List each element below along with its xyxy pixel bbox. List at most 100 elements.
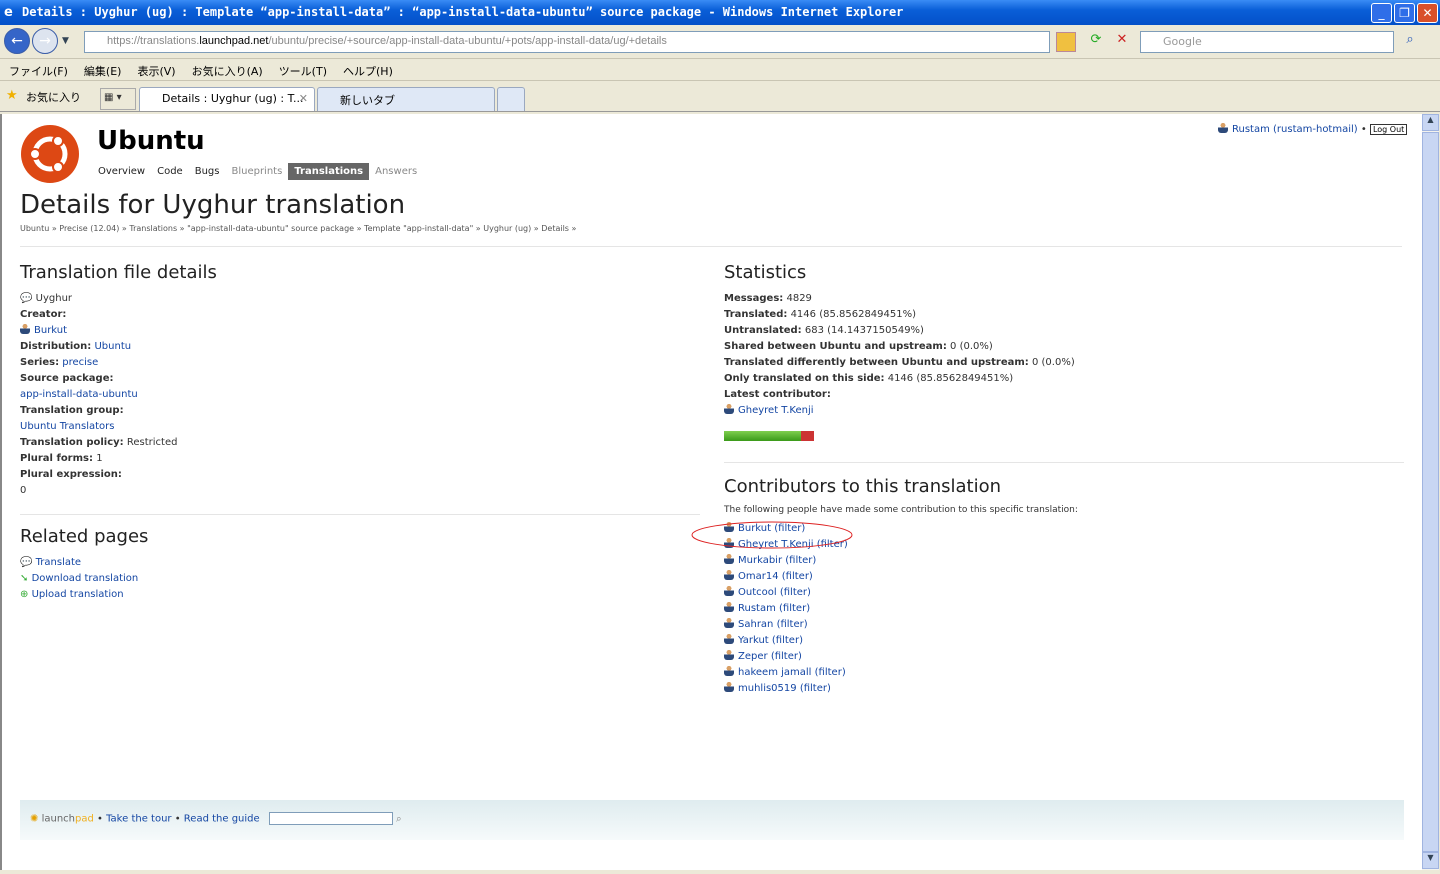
restore-button[interactable]: ❐	[1394, 3, 1415, 23]
menu-file[interactable]: ファイル(F)	[9, 65, 68, 78]
stat-row: Translated differently between Ubuntu an…	[724, 357, 1075, 368]
filter-link[interactable]: (filter)	[815, 667, 846, 678]
source-package-link[interactable]: app-install-data-ubuntu	[20, 389, 138, 400]
person-icon	[724, 553, 734, 564]
upload-link[interactable]: Upload translation	[32, 589, 124, 600]
contributor-link[interactable]: Zeper	[738, 651, 768, 662]
translate-link[interactable]: Translate	[36, 557, 81, 568]
menu-edit[interactable]: 編集(E)	[84, 65, 122, 78]
history-dropdown-icon[interactable]: ▼	[62, 36, 69, 46]
nav-code[interactable]: Code	[151, 163, 189, 180]
vertical-scrollbar[interactable]: ▲ ▼	[1422, 114, 1439, 870]
contributor-link[interactable]: Omar14	[738, 571, 779, 582]
window-title-bar: Details : Uyghur (ug) : Template “app-in…	[0, 0, 1440, 25]
highlight-ellipse	[691, 521, 853, 549]
filter-link[interactable]: (filter)	[780, 587, 811, 598]
contributors-intro: The following people have made some cont…	[724, 505, 1078, 515]
user-link[interactable]: Rustam (rustam-hotmail)	[1232, 124, 1358, 135]
filter-link[interactable]: (filter)	[777, 619, 808, 630]
filter-link[interactable]: (filter)	[779, 603, 810, 614]
quick-tabs-button[interactable]: ▦ ▾	[100, 88, 136, 110]
logout-button[interactable]: Log Out	[1369, 124, 1408, 135]
stop-icon[interactable]: ✕	[1112, 32, 1132, 52]
search-box[interactable]: Google	[1140, 31, 1394, 53]
tab-close-icon[interactable]: ✕	[299, 92, 308, 105]
scroll-down-button[interactable]: ▼	[1422, 852, 1439, 869]
contributor-link[interactable]: muhlis0519	[738, 683, 797, 694]
filter-link[interactable]: (filter)	[782, 571, 813, 582]
creator-link[interactable]: Burkut	[34, 325, 67, 336]
person-icon	[724, 681, 734, 692]
contributor-link[interactable]: Rustam	[738, 603, 776, 614]
guide-link[interactable]: Read the guide	[184, 814, 260, 825]
contributors: Contributors to this translation The fol…	[724, 476, 1078, 697]
refresh-icon[interactable]: ⟳	[1086, 32, 1106, 52]
page-content: Ubuntu Overview Code Bugs Blueprints Tra…	[0, 114, 1422, 870]
stat-row: Only translated on this side: 4146 (85.8…	[724, 373, 1014, 384]
nav-bugs[interactable]: Bugs	[189, 163, 226, 180]
search-icon[interactable]: ⌕	[1400, 32, 1420, 52]
lock-icon[interactable]	[1056, 32, 1076, 52]
stat-row: Messages: 4829	[724, 293, 812, 304]
nav-overview[interactable]: Overview	[96, 163, 151, 180]
launchpad-logo[interactable]: launchpad	[42, 814, 94, 825]
distribution-link[interactable]: Ubuntu	[94, 341, 131, 352]
menu-help[interactable]: ヘルプ(H)	[343, 65, 393, 78]
contributor-link[interactable]: Yarkut	[738, 635, 769, 646]
nav-blueprints[interactable]: Blueprints	[225, 163, 288, 180]
person-icon	[724, 601, 734, 612]
contributor-link[interactable]: Outcool	[738, 587, 777, 598]
contributor-item: muhlis0519 (filter)	[724, 681, 1078, 697]
window-title: Details : Uyghur (ug) : Template “app-in…	[22, 5, 904, 19]
nav-answers[interactable]: Answers	[369, 163, 423, 180]
footer: ✺ launchpad • Take the tour • Read the g…	[20, 800, 1404, 840]
person-icon	[724, 617, 734, 628]
language: Uyghur	[35, 293, 73, 304]
translate-icon: 💬	[20, 557, 33, 568]
contributor-item: Murkabir (filter)	[724, 553, 1078, 569]
series-link[interactable]: precise	[62, 357, 98, 368]
address-bar[interactable]: https://translations.launchpad.net/ubunt…	[84, 31, 1050, 53]
forward-button[interactable]: →	[32, 28, 58, 54]
progress-translated	[724, 431, 802, 441]
person-icon	[724, 665, 734, 676]
download-icon: ➘	[20, 573, 29, 584]
contributor-item: Zeper (filter)	[724, 649, 1078, 665]
tour-link[interactable]: Take the tour	[106, 814, 171, 825]
back-button[interactable]: ←	[4, 28, 30, 54]
footer-search-input[interactable]	[268, 812, 393, 825]
translation-group-link[interactable]: Ubuntu Translators	[20, 421, 114, 432]
contributor-link[interactable]: Murkabir	[738, 555, 782, 566]
contributor-link[interactable]: Sahran	[738, 619, 773, 630]
minimize-button[interactable]: _	[1371, 3, 1392, 23]
close-button[interactable]: ✕	[1417, 3, 1438, 23]
breadcrumb[interactable]: Ubuntu » Precise (12.04) » Translations …	[20, 224, 576, 233]
menu-tools[interactable]: ツール(T)	[279, 65, 327, 78]
filter-link[interactable]: (filter)	[785, 555, 816, 566]
star-icon: ★	[6, 88, 18, 103]
new-tab-button[interactable]	[497, 87, 525, 111]
tab-new[interactable]: 新しいタブ	[317, 87, 495, 111]
contributor-item: Rustam (filter)	[724, 601, 1078, 617]
person-icon	[724, 633, 734, 644]
latest-contributor-link[interactable]: Gheyret T.Kenji	[738, 405, 814, 416]
section-heading: Translation file details	[20, 262, 217, 283]
nav-translations[interactable]: Translations	[288, 163, 370, 180]
filter-link[interactable]: (filter)	[771, 651, 802, 662]
menu-view[interactable]: 表示(V)	[137, 65, 175, 78]
tab-details[interactable]: Details : Uyghur (ug) : T... ✕	[139, 87, 315, 111]
scroll-thumb[interactable]	[1422, 132, 1439, 852]
contributor-link[interactable]: hakeem jamall	[738, 667, 811, 678]
filter-link[interactable]: (filter)	[800, 683, 831, 694]
search-icon[interactable]: ⌕	[396, 814, 402, 825]
person-icon	[724, 403, 734, 414]
menu-favorites[interactable]: お気に入り(A)	[192, 65, 263, 78]
download-link[interactable]: Download translation	[32, 573, 139, 584]
stat-row: Shared between Ubuntu and upstream: 0 (0…	[724, 341, 993, 352]
contributor-item: Yarkut (filter)	[724, 633, 1078, 649]
filter-link[interactable]: (filter)	[772, 635, 803, 646]
user-icon	[1218, 122, 1228, 133]
scroll-up-button[interactable]: ▲	[1422, 114, 1439, 131]
favorites-button[interactable]: お気に入り	[26, 89, 81, 105]
upload-icon: ⊕	[20, 589, 29, 600]
